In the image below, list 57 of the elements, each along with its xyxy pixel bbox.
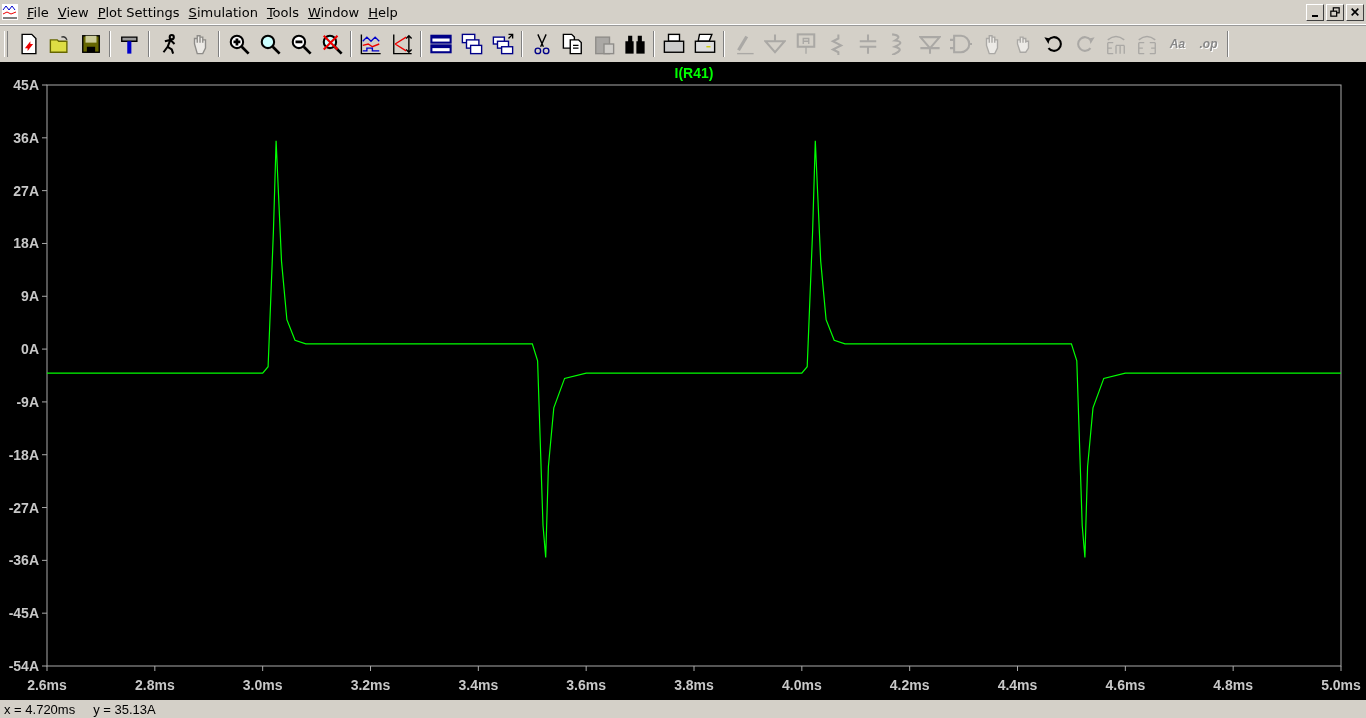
y-tick-label: -27A <box>8 499 39 516</box>
trace-name: I(R41) <box>674 65 714 81</box>
close-icon <box>1350 7 1360 17</box>
minimize-icon <box>1312 15 1318 17</box>
x-tick-label: 4.4ms <box>997 677 1038 693</box>
x-tick-label: 3.8ms <box>674 677 714 693</box>
y-tick-label: -45A <box>8 605 39 622</box>
x-tick-label: 2.6ms <box>27 677 67 693</box>
y-tick-label: 9A <box>21 288 39 305</box>
printer-icon <box>693 32 716 55</box>
menu-item[interactable]: File <box>24 4 55 20</box>
x-tick-label: 3.6ms <box>566 677 606 693</box>
x-tick-label: 4.8ms <box>1213 677 1253 693</box>
logic-gate-icon <box>949 32 972 55</box>
x-tick-label: 4.2ms <box>889 677 930 693</box>
menu-item[interactable]: Simulation <box>185 4 264 20</box>
cascade-windows-arrow-icon <box>491 32 514 55</box>
label-icon <box>794 32 817 55</box>
x-tick-label: 2.8ms <box>135 677 175 693</box>
zoom-out-icon <box>289 32 312 55</box>
y-tick-label: -9A <box>16 393 39 410</box>
menu-item[interactable]: View <box>54 4 95 20</box>
x-tick-label: 3.4ms <box>458 677 499 693</box>
y-tick-label: 36A <box>13 129 39 146</box>
restore-icon <box>1330 7 1340 17</box>
axis-limits-icon <box>390 32 413 55</box>
menu-item[interactable]: Tools <box>263 4 305 20</box>
y-tick-label: 0A <box>21 341 39 358</box>
y-tick-label: 45A <box>13 77 39 93</box>
x-tick-label: 3.0ms <box>242 677 283 693</box>
ground-icon <box>763 32 786 55</box>
printer-icon <box>662 32 685 55</box>
y-tick-label: -36A <box>8 552 39 569</box>
magnifier-crossed-icon <box>320 32 343 55</box>
menu-item[interactable]: Plot Settings <box>94 4 186 20</box>
stacked-windows-icon <box>429 32 452 55</box>
close-button[interactable] <box>1346 3 1364 21</box>
magnifier-icon <box>258 32 281 55</box>
cascade-windows-icon <box>460 32 483 55</box>
restore-button[interactable] <box>1326 3 1344 21</box>
x-tick-label: 5.0ms <box>1321 677 1361 693</box>
waveform-app-icon <box>2 4 18 20</box>
minimize-button[interactable] <box>1306 3 1324 21</box>
zoom-in-icon <box>227 32 250 55</box>
y-tick-label: -54A <box>8 658 39 674</box>
x-tick-label: 3.2ms <box>350 677 391 693</box>
copy-icon <box>561 32 584 55</box>
x-tick-label: 4.6ms <box>1105 677 1146 693</box>
y-tick-label: -18A <box>8 446 39 463</box>
cursor-y-reading: y = 35.13A <box>93 701 156 717</box>
x-tick-label: 4.0ms <box>782 677 822 693</box>
y-tick-label: 18A <box>13 235 39 252</box>
y-tick-label: 27A <box>13 182 39 199</box>
menu-item[interactable]: Window <box>304 4 366 20</box>
chart-icon <box>359 32 382 55</box>
menu-item[interactable]: Help <box>365 4 404 20</box>
cursor-x-reading: x = 4.720ms <box>4 701 76 717</box>
